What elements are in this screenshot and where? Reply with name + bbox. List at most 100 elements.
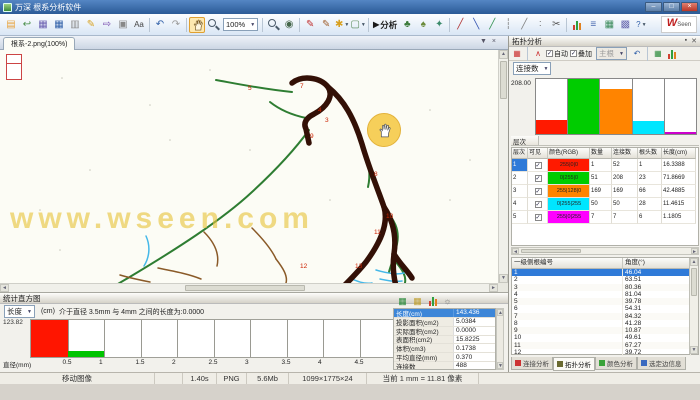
tab-选定边信息[interactable]: 选定边信息 bbox=[637, 357, 686, 370]
minimize-button[interactable]: – bbox=[645, 2, 662, 12]
pin-icon[interactable]: ▪ bbox=[685, 37, 687, 45]
scroll-up-icon[interactable]: ▲ bbox=[690, 258, 698, 266]
scroll-left-icon[interactable]: ◄ bbox=[0, 284, 9, 292]
chart-icon[interactable] bbox=[666, 48, 678, 60]
pan-hand-icon[interactable] bbox=[189, 17, 205, 33]
tab-拓扑分析[interactable]: 拓扑分析 bbox=[553, 357, 595, 371]
scroll-down-icon[interactable]: ▼ bbox=[499, 274, 508, 283]
table-row[interactable]: 841.28 bbox=[512, 320, 698, 327]
help-icon[interactable]: ?▼ bbox=[633, 17, 649, 33]
histogram-metric-combo[interactable]: 长度 ▼ bbox=[4, 305, 35, 318]
root-batch-icon[interactable]: ♣ bbox=[399, 17, 415, 33]
stats-scrollbar[interactable]: ▲ ▼ bbox=[496, 308, 504, 370]
table-row[interactable]: 1239.72 bbox=[512, 349, 698, 356]
scroll-right-icon[interactable]: ► bbox=[691, 248, 698, 254]
draw-dots-icon[interactable]: ┆ bbox=[500, 17, 516, 33]
table-row[interactable]: 连接数488 bbox=[394, 362, 495, 370]
export-report-icon[interactable]: ⇨ bbox=[99, 17, 115, 33]
draw-line-red-icon[interactable]: ╱ bbox=[452, 17, 468, 33]
table-horizontal-scrollbar[interactable]: ◄ ► bbox=[511, 247, 699, 255]
draw-line-gray-icon[interactable]: ╱ bbox=[516, 17, 532, 33]
checkbox-icon[interactable]: ✓ bbox=[535, 214, 542, 221]
table-row[interactable]: 654.31 bbox=[512, 305, 698, 312]
text-label-icon[interactable]: Aa bbox=[131, 17, 147, 33]
checkbox-icon[interactable]: ✓ bbox=[546, 50, 553, 57]
tab-颜色分析[interactable]: 颜色分析 bbox=[595, 357, 637, 370]
checkbox-icon[interactable]: ✓ bbox=[535, 175, 542, 182]
maximize-button[interactable]: □ bbox=[663, 2, 680, 12]
table-row[interactable]: 2✓0|255|0512082371.8669 bbox=[512, 172, 698, 185]
flag-layer-icon[interactable]: ▦ bbox=[511, 48, 523, 60]
open-file-icon[interactable]: ▤ bbox=[3, 17, 19, 33]
save-icon[interactable]: ▦ bbox=[51, 17, 67, 33]
zoom-out-icon[interactable] bbox=[265, 17, 281, 33]
save-all-icon[interactable]: ▦ bbox=[35, 17, 51, 33]
checkbox-icon[interactable]: ✓ bbox=[535, 162, 542, 169]
canvas-vertical-scrollbar[interactable]: ▲ ▼ bbox=[498, 50, 508, 283]
table-row[interactable]: 3✓255|128|01691696642.4885 bbox=[512, 185, 698, 198]
canvas-horizontal-scrollbar[interactable]: ◄ ► bbox=[0, 283, 498, 292]
checkbox-icon[interactable]: ✓ bbox=[535, 188, 542, 195]
branch-angle-icon[interactable]: ∧ bbox=[532, 48, 544, 60]
cut-icon[interactable]: ✂ bbox=[548, 17, 564, 33]
scroll-up-icon[interactable]: ▲ bbox=[497, 309, 503, 316]
import-image-icon[interactable]: ↩ bbox=[19, 17, 35, 33]
draw-mark-icon[interactable]: ∶ bbox=[532, 17, 548, 33]
save-result-icon[interactable]: ▦ bbox=[411, 295, 424, 307]
copy-icon[interactable]: ▣ bbox=[115, 17, 131, 33]
preview-eye-icon[interactable]: ◉ bbox=[281, 17, 297, 33]
scroll-down-icon[interactable]: ▼ bbox=[690, 346, 698, 354]
table-row[interactable]: 5✓255|0|2557761.1805 bbox=[512, 211, 698, 224]
table-row[interactable]: 4✓0|255|25550502811.4615 bbox=[512, 198, 698, 211]
scroll-right-icon[interactable]: ► bbox=[489, 284, 498, 292]
table-row[interactable]: 380.36 bbox=[512, 284, 698, 291]
image-tab[interactable]: 根系-2.png(100%) bbox=[3, 37, 75, 50]
chart-icon[interactable] bbox=[426, 295, 439, 307]
table-row[interactable]: 910.87 bbox=[512, 327, 698, 334]
export-excel-icon[interactable]: ▦ bbox=[652, 48, 664, 60]
table-row[interactable]: 263.51 bbox=[512, 276, 698, 283]
topology-metric-combo[interactable]: 连接数 ▼ bbox=[513, 62, 551, 75]
table-row[interactable]: 481.04 bbox=[512, 291, 698, 298]
hscroll-thumb[interactable] bbox=[185, 285, 305, 291]
data-list-icon[interactable]: ≡ bbox=[585, 17, 601, 33]
table-row[interactable]: 1✓255|0|0152116.3388 bbox=[512, 159, 698, 172]
region-shape-icon[interactable]: ▢▼ bbox=[350, 17, 366, 33]
settings-gear-icon[interactable]: ☼ bbox=[441, 295, 454, 307]
table-row[interactable]: 1167.27 bbox=[512, 342, 698, 349]
print-icon[interactable]: ▥ bbox=[67, 17, 83, 33]
measure-pen-red-icon[interactable]: ✎ bbox=[302, 17, 318, 33]
auto-checkbox[interactable]: ✓自动 bbox=[546, 49, 568, 59]
redo-icon[interactable]: ↷ bbox=[168, 17, 184, 33]
tab-list-dropdown-icon[interactable]: ▼ bbox=[480, 38, 487, 45]
export-excel-icon[interactable]: ▦ bbox=[396, 295, 409, 307]
table-row[interactable]: 539.78 bbox=[512, 298, 698, 305]
undo-icon[interactable]: ↶ bbox=[152, 17, 168, 33]
measure-pen-brown-icon[interactable]: ✎ bbox=[318, 17, 334, 33]
undo-icon[interactable]: ↶ bbox=[631, 48, 643, 60]
draw-line-green-icon[interactable]: ╱ bbox=[484, 17, 500, 33]
analyze-button[interactable]: ▶分析 bbox=[371, 19, 399, 31]
overlay-checkbox[interactable]: ✓叠加 bbox=[570, 49, 592, 59]
edit-pencil-icon[interactable]: ✎ bbox=[83, 17, 99, 33]
leaf-analysis-icon[interactable]: ✦ bbox=[431, 17, 447, 33]
table-row[interactable]: 146.04 bbox=[512, 269, 698, 276]
grid-icon[interactable]: ▩ bbox=[617, 17, 633, 33]
zoom-level-combo[interactable]: 100%▼ bbox=[223, 18, 258, 31]
hscroll-thumb[interactable] bbox=[521, 249, 581, 253]
seedling-analysis-icon[interactable]: ♠ bbox=[415, 17, 431, 33]
checkbox-icon[interactable]: ✓ bbox=[535, 201, 542, 208]
close-tab-icon[interactable]: × bbox=[492, 38, 496, 45]
scroll-down-icon[interactable]: ▼ bbox=[497, 362, 503, 369]
checkbox-icon[interactable]: ✓ bbox=[570, 50, 577, 57]
vscroll-thumb[interactable] bbox=[500, 61, 507, 99]
close-panel-icon[interactable]: ✕ bbox=[691, 37, 697, 45]
tab-连接分析[interactable]: 连接分析 bbox=[511, 357, 553, 370]
scroll-up-icon[interactable]: ▲ bbox=[499, 50, 508, 59]
angle-table-scrollbar[interactable]: ▲ ▼ bbox=[689, 258, 698, 354]
table-row[interactable]: 1049.61 bbox=[512, 334, 698, 341]
draw-line-blue-icon[interactable]: ╲ bbox=[468, 17, 484, 33]
table-export-icon[interactable]: ▦ bbox=[601, 17, 617, 33]
close-button[interactable]: × bbox=[681, 2, 698, 12]
vscroll-thumb[interactable] bbox=[691, 268, 697, 296]
